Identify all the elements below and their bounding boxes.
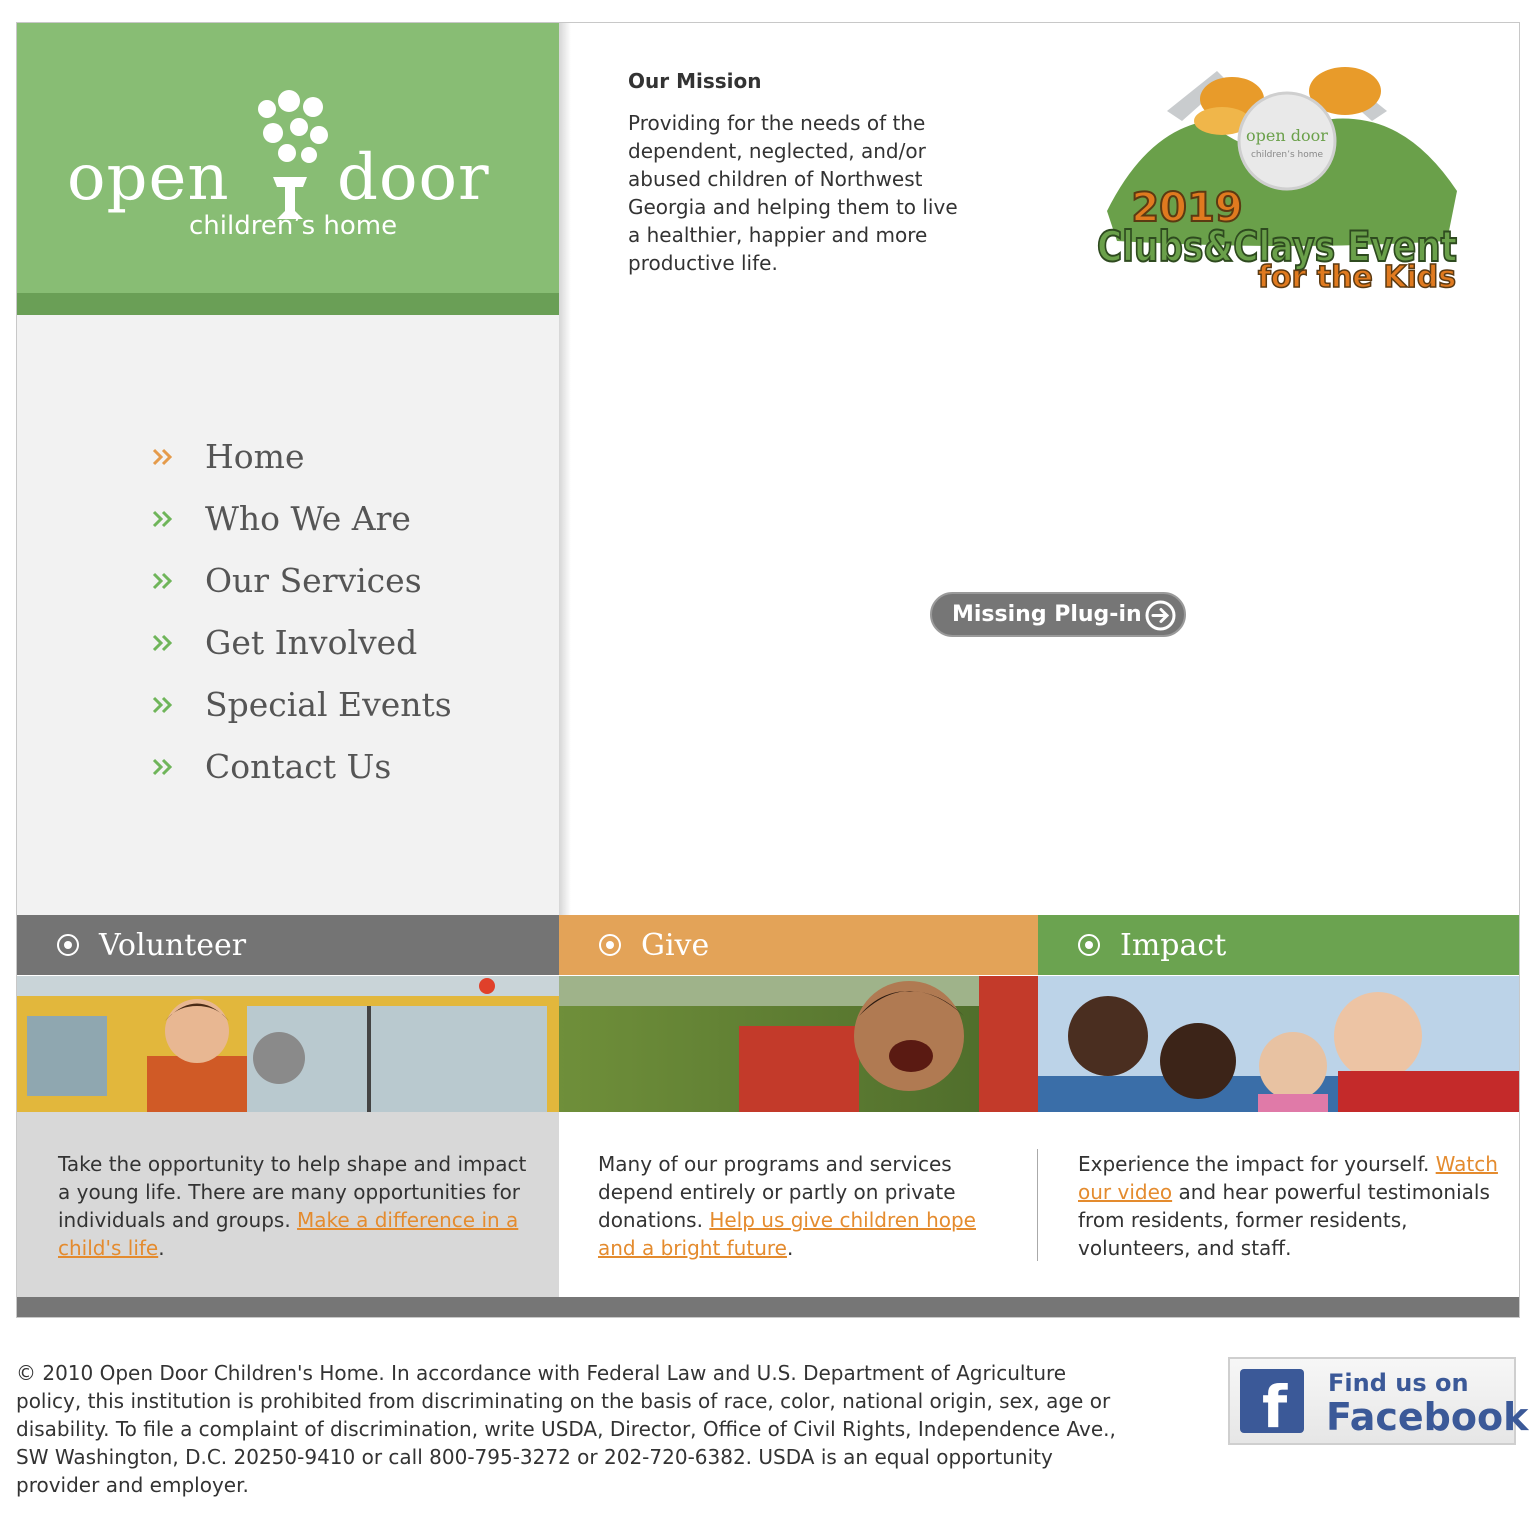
- tile-title: Volunteer: [99, 927, 247, 963]
- nav-label: Get Involved: [205, 623, 418, 662]
- event-badge-sub: children’s home: [1251, 150, 1323, 160]
- chevron-double-right-icon: [152, 448, 173, 465]
- tile-text: Many of our programs and services depend…: [598, 1150, 1018, 1262]
- chevron-double-right-icon: [152, 634, 173, 651]
- sidebar-nav: Home Who We Are Our Services Get Involve…: [17, 315, 559, 915]
- give-photo[interactable]: [559, 976, 1038, 1112]
- nav-label: Home: [205, 437, 305, 476]
- tile-header-volunteer[interactable]: Volunteer: [17, 915, 559, 975]
- mission-text: Providing for the needs of the dependent…: [628, 111, 958, 275]
- nav-item-get-involved[interactable]: Get Involved: [151, 623, 417, 662]
- nav-item-special-events[interactable]: Special Events: [151, 685, 452, 724]
- tile-body-give: Many of our programs and services depend…: [559, 1112, 1038, 1297]
- nav-item-who-we-are[interactable]: Who We Are: [151, 499, 411, 538]
- column-shadow: [559, 23, 571, 915]
- event-subtitle: for the Kids: [1258, 260, 1456, 291]
- facebook-find-text: Find us on: [1328, 1369, 1469, 1397]
- tile-text: Take the opportunity to help shape and i…: [58, 1150, 528, 1262]
- plugin-label: Missing Plug-in: [952, 602, 1142, 627]
- nav-item-contact-us[interactable]: Contact Us: [151, 747, 391, 786]
- logo-panel[interactable]: open door children’s home: [17, 23, 559, 293]
- tile-body-volunteer: Take the opportunity to help shape and i…: [17, 1112, 559, 1297]
- facebook-badge[interactable]: f Find us on Facebook: [1228, 1357, 1528, 1445]
- facebook-icon: f: [1240, 1369, 1304, 1441]
- clubs-clays-event-logo[interactable]: open door children’s home 2019 Clubs&Cla…: [1087, 51, 1467, 291]
- tree-logo-icon: [258, 90, 328, 219]
- tile-header-give[interactable]: Give: [559, 915, 1038, 975]
- missing-plugin-button[interactable]: Missing Plug-in: [930, 592, 1186, 637]
- nav-label: Who We Are: [205, 499, 411, 538]
- logo-word-door: door: [337, 141, 490, 215]
- facebook-name-text: Facebook: [1326, 1395, 1529, 1439]
- nav-label: Special Events: [205, 685, 452, 724]
- radio-dot-icon: [1078, 934, 1100, 956]
- tile-header-impact[interactable]: Impact: [1038, 915, 1519, 975]
- tile-body-impact: Experience the impact for yourself. Watc…: [1038, 1112, 1519, 1297]
- impact-photo[interactable]: [1038, 976, 1519, 1112]
- tile-text: Experience the impact for yourself. Watc…: [1078, 1150, 1498, 1262]
- footer-legal-text: © 2010 Open Door Children's Home. In acc…: [16, 1361, 1116, 1497]
- volunteer-photo[interactable]: [17, 976, 559, 1112]
- tile-text-punct: .: [158, 1236, 165, 1260]
- tile-title: Give: [641, 927, 710, 963]
- tile-text-intro: Experience the impact for yourself.: [1078, 1152, 1430, 1176]
- chevron-double-right-icon: [152, 696, 173, 713]
- logo-word-open: open: [67, 141, 230, 215]
- page-frame: open door children’s home Home Who We Ar…: [16, 22, 1520, 1318]
- nav-item-our-services[interactable]: Our Services: [151, 561, 422, 600]
- tile-title: Impact: [1120, 927, 1227, 963]
- logo-subtitle: children’s home: [189, 211, 398, 241]
- nav-label: Our Services: [205, 561, 422, 600]
- arrow-circle-right-icon: [1145, 600, 1176, 631]
- nav-label: Contact Us: [205, 747, 392, 786]
- chevron-double-right-icon: [152, 572, 173, 589]
- radio-dot-icon: [599, 934, 621, 956]
- tile-text-punct: .: [786, 1236, 794, 1260]
- facebook-letter: f: [1262, 1373, 1288, 1441]
- logo-band: [17, 293, 559, 315]
- event-badge-text: open door: [1246, 126, 1328, 145]
- chevron-double-right-icon: [152, 510, 173, 527]
- radio-dot-icon: [57, 934, 79, 956]
- bottom-bar: [17, 1297, 1519, 1317]
- chevron-double-right-icon: [152, 758, 173, 775]
- nav-item-home[interactable]: Home: [151, 437, 304, 476]
- mission-title: Our Mission: [628, 69, 762, 93]
